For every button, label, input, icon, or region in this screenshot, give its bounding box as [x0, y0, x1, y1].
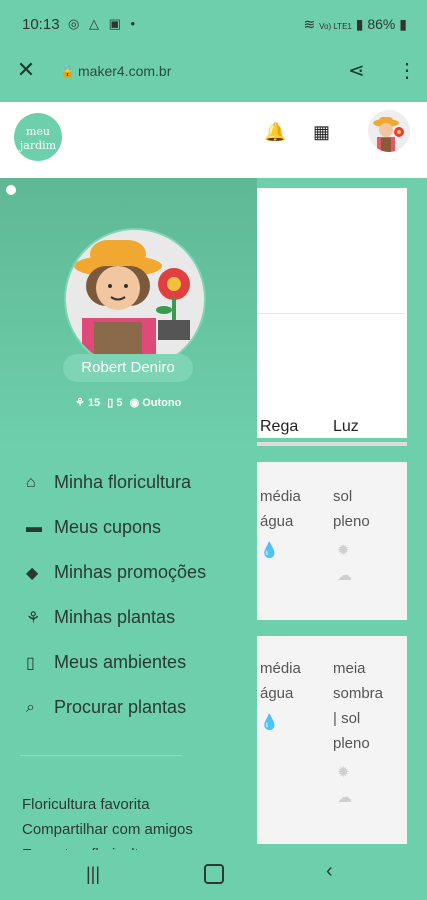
menu-item-plantas[interactable]: ⚘ Minhas plantas [0, 595, 257, 640]
luz-text-1: sol [333, 488, 353, 505]
sun-icon: ✹ [337, 764, 350, 781]
wifi-icon: ≋ [303, 16, 316, 32]
water-drop-icon: 💧 [260, 714, 279, 731]
menu-item-ambientes[interactable]: ▯ Meus ambientes [0, 640, 257, 685]
column-header-luz: Luz [333, 418, 359, 435]
seedling-icon: ⚘ [26, 609, 41, 627]
rega-text-1: média [260, 488, 301, 505]
share-icon[interactable]: ⋖ [348, 58, 365, 83]
water-drop-icon: 💧 [260, 542, 279, 559]
user-stats: ⚘ 15 ▯ 5 ◉ Outono [75, 396, 181, 409]
recent-apps-icon[interactable]: ||| [86, 864, 100, 885]
more-options-icon[interactable]: ⋮ [397, 58, 417, 83]
link-compartilhar[interactable]: Compartilhar com amigos [22, 817, 193, 842]
sun-icon: ✹ [337, 542, 350, 559]
tags-icon: ◆ [26, 564, 39, 582]
luz-text-2: sombra [333, 685, 384, 702]
luz-text-3: | sol [333, 710, 361, 727]
close-tab-icon[interactable]: ✕ [14, 58, 38, 82]
avatar[interactable] [368, 110, 410, 152]
drawer-indicator [6, 185, 16, 195]
drawer-divider [20, 755, 182, 756]
door-icon: ▯ [107, 397, 114, 409]
drawer-menu: ⌂ Minha floricultura ▬ Meus cupons ◆ Min… [0, 460, 257, 730]
cloud-icon: ☁ [337, 567, 352, 584]
grid-icon[interactable]: ▦ [313, 122, 330, 143]
menu-item-promocoes[interactable]: ◆ Minhas promoções [0, 550, 257, 595]
season-icon: ◉ [129, 397, 140, 409]
room-count: 5 [116, 397, 123, 409]
ticket-icon: ▬ [26, 518, 42, 536]
rega-cell: média água 💧 [260, 484, 301, 563]
rega-cell: média água 💧 [260, 656, 301, 735]
link-floricultura-favorita[interactable]: Floricultura favorita [22, 792, 193, 817]
profile-illustration [66, 230, 204, 368]
home-icon[interactable] [204, 864, 224, 884]
info-card [257, 188, 407, 438]
luz-text-2: pleno [333, 513, 370, 530]
menu-label: Procurar plantas [54, 697, 187, 717]
status-time: 10:13 [22, 16, 60, 33]
logo-text: meu jardim [19, 125, 57, 152]
notification-icons: ◎ △ ▣ • [68, 16, 139, 31]
season-label: Outono [142, 397, 182, 409]
table-row[interactable]: média água 💧 sol pleno ✹ ☁ [257, 462, 407, 620]
seedling-icon: ⚘ [75, 397, 85, 409]
table-row[interactable]: média água 💧 meia sombra | sol pleno ✹ ☁ [257, 636, 407, 844]
luz-text-1: meia [333, 660, 366, 677]
cloud-icon: ☁ [337, 789, 352, 806]
avatar-illustration [368, 110, 410, 152]
signal-label: Vo) LTE1 [319, 22, 352, 31]
bell-icon[interactable]: 🔔 [264, 122, 286, 143]
app-header [0, 102, 427, 178]
luz-cell: sol pleno ✹ ☁ [333, 484, 370, 588]
user-name: Robert Deniro [63, 354, 193, 382]
menu-item-floricultura[interactable]: ⌂ Minha floricultura [0, 460, 257, 505]
menu-item-procurar[interactable]: ⌕ Procurar plantas [0, 685, 257, 730]
battery-icon: ▮ [399, 16, 407, 32]
menu-label: Meus ambientes [54, 652, 187, 672]
search-icon: ⌕ [26, 698, 35, 716]
drawer-footer-links: Floricultura favorita Compartilhar com a… [22, 792, 193, 854]
rega-text-2: água [260, 513, 294, 530]
luz-cell: meia sombra | sol pleno ✹ ☁ [333, 656, 383, 810]
menu-label: Meus cupons [54, 517, 162, 537]
app-logo[interactable]: meu jardim [14, 113, 62, 161]
menu-item-cupons[interactable]: ▬ Meus cupons [0, 505, 257, 550]
url-text[interactable]: maker4.com.br [78, 63, 171, 79]
status-right: ≋ Vo) LTE1 ▮ 86% ▮ [303, 16, 407, 33]
door-icon: ▯ [26, 654, 35, 672]
rega-text-1: média [260, 660, 301, 677]
store-icon: ⌂ [26, 473, 36, 491]
menu-label: Minhas promoções [54, 562, 207, 582]
luz-text-4: pleno [333, 735, 370, 752]
header-divider [257, 442, 407, 446]
battery-percent: 86% [367, 16, 396, 32]
rega-text-2: água [260, 685, 294, 702]
menu-label: Minhas plantas [54, 607, 176, 627]
column-header-rega: Rega [260, 418, 299, 435]
menu-label: Minha floricultura [54, 472, 192, 492]
back-icon[interactable]: ‹ [326, 860, 333, 883]
profile-photo[interactable] [64, 228, 206, 370]
lock-icon: 🔒 [60, 64, 75, 78]
plant-count: 15 [87, 397, 101, 409]
signal-icon: ▮ [355, 16, 364, 32]
